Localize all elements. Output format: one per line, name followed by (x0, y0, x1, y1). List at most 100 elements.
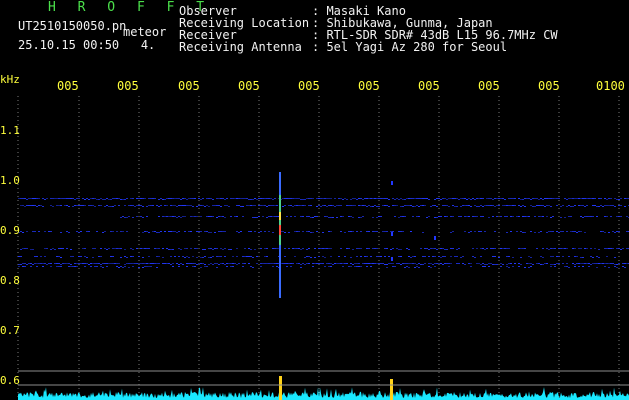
signal-dot (496, 198, 498, 199)
signal-dot (492, 205, 494, 206)
signal-dot (502, 198, 504, 199)
signal-dot (192, 256, 194, 257)
signal-dot (20, 231, 22, 232)
signal-dot (476, 216, 478, 217)
signal-dot (264, 256, 266, 257)
signal-dot (68, 206, 70, 207)
signal-dot (326, 198, 328, 199)
signal-dot (220, 263, 222, 264)
signal-dot (350, 199, 352, 200)
signal-dot (606, 216, 608, 217)
signal-dot (568, 205, 570, 206)
signal-dot (146, 248, 148, 249)
signal-dot (114, 248, 116, 249)
signal-dot (272, 205, 274, 206)
signal-dot (410, 263, 412, 264)
signal-dot (294, 205, 296, 206)
signal-dot (444, 216, 446, 217)
signal-dot (258, 216, 260, 217)
signal-dot (218, 198, 220, 199)
signal-dot (550, 248, 552, 249)
signal-dot (614, 264, 616, 265)
signal-dot (72, 256, 74, 257)
signal-dot (264, 263, 266, 264)
signal-dot (174, 256, 176, 257)
signal-dot (586, 216, 588, 217)
signal-dot (120, 248, 122, 249)
signal-dot (184, 205, 186, 206)
signal-dot (118, 267, 120, 268)
signal-dot (524, 267, 526, 268)
signal-dot (614, 206, 616, 207)
signal-dot (612, 205, 614, 206)
signal-dot (616, 199, 618, 200)
signal-dot (114, 198, 116, 199)
signal-dot (304, 264, 306, 265)
signal-dot (218, 264, 220, 265)
x-tick-label: 005 (358, 79, 380, 93)
signal-dot (394, 216, 396, 217)
signal-dot (170, 264, 172, 265)
signal-dot (344, 256, 346, 257)
signal-dot (202, 249, 204, 250)
signal-dot (480, 264, 482, 265)
signal-dot (446, 205, 448, 206)
signal-dot (260, 205, 262, 206)
signal-dot (100, 248, 102, 249)
signal-dot (384, 264, 386, 265)
signal-dot (360, 217, 362, 218)
signal-dot (576, 256, 578, 257)
signal-dot (618, 263, 620, 264)
signal-dot (568, 198, 570, 199)
signal-dot (410, 198, 412, 199)
signal-dot (242, 216, 244, 217)
signal-dot (504, 248, 506, 249)
signal-dot (518, 216, 520, 217)
signal-dot (324, 257, 326, 258)
signal-dot (312, 263, 314, 264)
signal-dot (128, 267, 130, 268)
signal-dot (30, 205, 32, 206)
signal-dot (610, 216, 612, 217)
signal-dot (362, 216, 364, 217)
signal-dot (474, 199, 476, 200)
signal-dot (236, 264, 238, 265)
signal-dot (36, 263, 38, 264)
x-tick-label: 005 (117, 79, 139, 93)
signal-dot (34, 198, 36, 199)
signal-dot (606, 205, 608, 206)
signal-dot (220, 198, 222, 199)
signal-dot (626, 263, 628, 264)
signal-dot (120, 266, 122, 267)
signal-dot (116, 263, 118, 264)
signal-dot (478, 231, 480, 232)
signal-dot (418, 263, 420, 264)
signal-dot (554, 264, 556, 265)
signal-dot (506, 232, 508, 233)
signal-dot (600, 231, 602, 232)
signal-dot (448, 266, 450, 267)
signal-dot (232, 263, 234, 264)
signal-dot (594, 198, 596, 199)
signal-dot (324, 216, 326, 217)
signal-dot (26, 231, 28, 232)
signal-dot (90, 263, 92, 264)
signal-dot (272, 266, 274, 267)
signal-dot (320, 198, 322, 199)
signal-dot (414, 267, 416, 268)
signal-dot (262, 263, 264, 264)
signal-dot (338, 205, 340, 206)
signal-dot (436, 249, 438, 250)
signal-dot (414, 206, 416, 207)
signal-dot (542, 257, 544, 258)
signal-dot (122, 216, 124, 217)
signal-dot (550, 256, 552, 257)
signal-dot (416, 266, 418, 267)
signal-dot (478, 198, 480, 199)
signal-dot (106, 198, 108, 199)
signal-dot (66, 205, 68, 206)
signal-dot (302, 248, 304, 249)
signal-dot (178, 248, 180, 249)
signal-dot (300, 249, 302, 250)
signal-dot (398, 249, 400, 250)
